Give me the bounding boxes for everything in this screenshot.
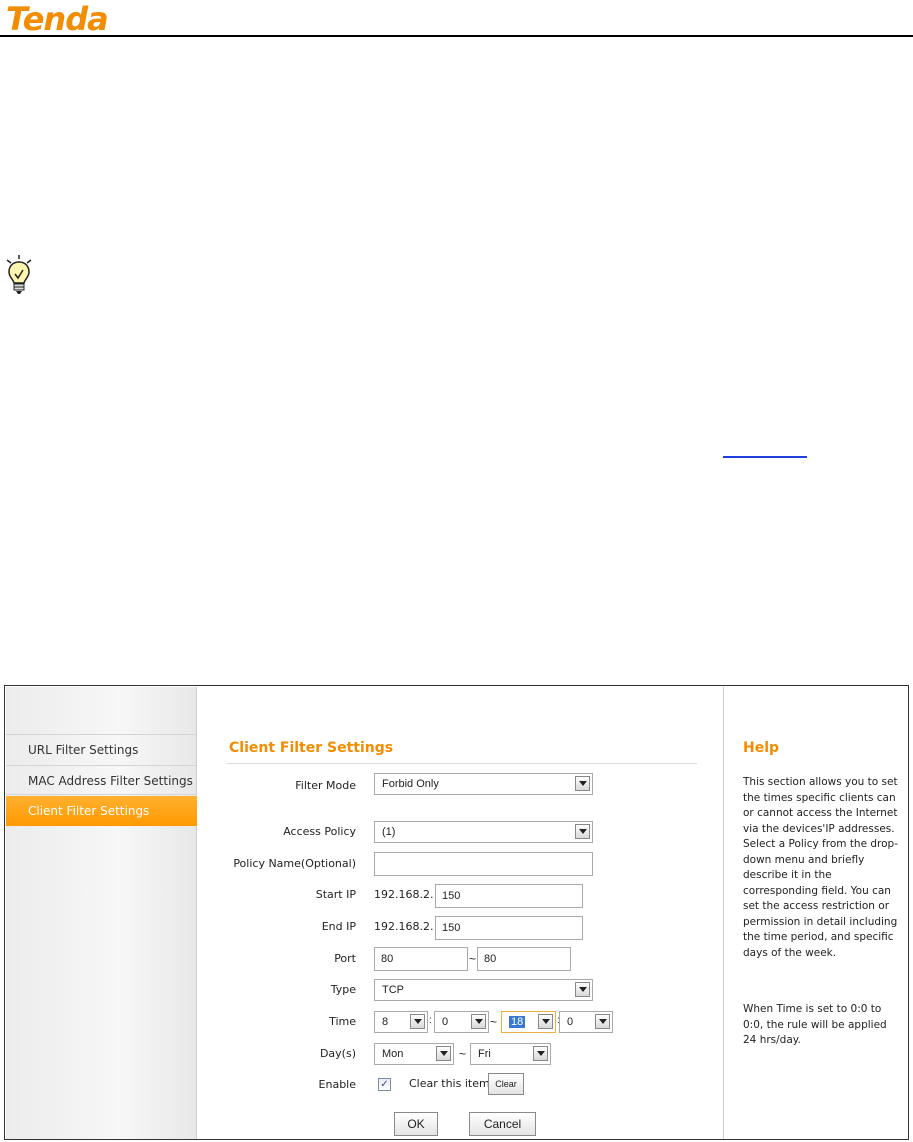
header-rule bbox=[0, 35, 913, 37]
chevron-down-icon[interactable] bbox=[575, 824, 590, 839]
filter-mode-value: Forbid Only bbox=[382, 778, 439, 790]
main-panel: Client Filter Settings Filter Mode Forbi… bbox=[203, 686, 723, 1139]
time-colon: : bbox=[429, 1015, 432, 1026]
chevron-down-icon[interactable] bbox=[410, 1014, 425, 1029]
enable-checkbox[interactable]: ✓ bbox=[378, 1078, 391, 1091]
help-paragraph-2: When Time is set to 0:0 to 0:0, the rule… bbox=[743, 1003, 887, 1046]
port-label: Port bbox=[334, 952, 356, 965]
chevron-down-icon[interactable] bbox=[575, 776, 590, 791]
page-title: Client Filter Settings bbox=[229, 740, 394, 756]
policy-name-label: Policy Name(Optional) bbox=[233, 857, 356, 870]
start-minute-select[interactable]: 0 bbox=[434, 1011, 489, 1033]
policy-name-input[interactable] bbox=[374, 852, 593, 876]
chevron-down-icon[interactable] bbox=[436, 1046, 451, 1061]
day-to-select[interactable]: Fri bbox=[470, 1043, 551, 1065]
chevron-down-icon[interactable] bbox=[538, 1014, 553, 1029]
cancel-button[interactable]: Cancel bbox=[469, 1112, 536, 1136]
help-title: Help bbox=[743, 740, 780, 756]
start-hour-select[interactable]: 8 bbox=[374, 1011, 428, 1033]
type-value: TCP bbox=[382, 984, 404, 996]
chevron-down-icon[interactable] bbox=[575, 982, 590, 997]
end-ip-prefix: 192.168.2. bbox=[374, 920, 434, 933]
end-hour-select[interactable]: 18 bbox=[501, 1011, 556, 1033]
lightbulb-icon bbox=[6, 255, 32, 294]
clear-item-label: Clear this item: bbox=[409, 1077, 494, 1090]
days-label: Day(s) bbox=[319, 1047, 356, 1060]
sidebar-item-url-filter[interactable]: URL Filter Settings bbox=[6, 734, 197, 764]
days-separator: ~ bbox=[459, 1047, 467, 1061]
end-ip-input[interactable]: 150 bbox=[435, 916, 583, 940]
access-policy-select[interactable]: (1) bbox=[374, 821, 593, 843]
end-hour-value: 18 bbox=[509, 1016, 526, 1028]
day-from-select[interactable]: Mon bbox=[374, 1043, 454, 1065]
filter-mode-select[interactable]: Forbid Only bbox=[374, 773, 593, 795]
start-ip-label: Start IP bbox=[315, 888, 356, 901]
access-policy-label: Access Policy bbox=[283, 825, 356, 838]
chevron-down-icon[interactable] bbox=[533, 1046, 548, 1061]
time-label: Time bbox=[329, 1015, 356, 1028]
sidebar-item-client-filter[interactable]: Client Filter Settings bbox=[6, 796, 197, 826]
start-hour-value: 8 bbox=[382, 1016, 389, 1028]
enable-label: Enable bbox=[318, 1078, 356, 1091]
start-ip-input[interactable]: 150 bbox=[435, 884, 583, 908]
clear-button[interactable]: Clear bbox=[488, 1073, 524, 1095]
hyperlink-underline[interactable] bbox=[723, 456, 807, 458]
start-ip-prefix: 192.168.2. bbox=[374, 888, 434, 901]
port-separator: ~ bbox=[469, 952, 477, 966]
end-ip-label: End IP bbox=[321, 920, 356, 933]
help-paragraph-1: This section allows you to set the times… bbox=[743, 776, 899, 959]
day-from-value: Mon bbox=[382, 1048, 404, 1060]
sidebar-item-label: URL Filter Settings bbox=[28, 743, 139, 757]
chevron-down-icon[interactable] bbox=[471, 1014, 486, 1029]
end-minute-value: 0 bbox=[567, 1016, 574, 1028]
port-to-input[interactable]: 80 bbox=[477, 947, 571, 971]
filter-mode-label: Filter Mode bbox=[295, 779, 356, 792]
title-divider bbox=[227, 763, 697, 764]
sidebar-item-label: MAC Address Filter Settings bbox=[28, 774, 193, 788]
sidebar-item-mac-filter[interactable]: MAC Address Filter Settings bbox=[6, 765, 197, 795]
ok-button[interactable]: OK bbox=[394, 1112, 438, 1136]
start-minute-value: 0 bbox=[442, 1016, 449, 1028]
sidebar: URL Filter Settings MAC Address Filter S… bbox=[6, 687, 197, 1139]
chevron-down-icon[interactable] bbox=[595, 1014, 610, 1029]
end-minute-select[interactable]: 0 bbox=[559, 1011, 613, 1033]
port-from-input[interactable]: 80 bbox=[374, 947, 468, 971]
day-to-value: Fri bbox=[478, 1048, 491, 1060]
sidebar-item-label: Client Filter Settings bbox=[28, 804, 150, 818]
access-policy-value: (1) bbox=[382, 826, 396, 838]
tenda-logo: Tenda bbox=[6, 2, 109, 36]
help-panel: Help This section allows you to set the … bbox=[723, 687, 908, 1139]
type-label: Type bbox=[330, 983, 356, 996]
type-select[interactable]: TCP bbox=[374, 979, 593, 1001]
router-ui-screenshot: URL Filter Settings MAC Address Filter S… bbox=[4, 685, 909, 1140]
svg-text:Tenda: Tenda bbox=[6, 2, 108, 36]
time-separator: ~ bbox=[490, 1015, 498, 1029]
